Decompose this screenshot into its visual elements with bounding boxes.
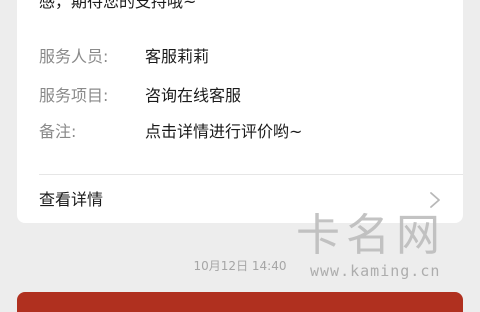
message-card: 感，期待您的支持哦~ 服务人员: 客服莉莉 服务项目: 咨询在线客服 备注: 点… <box>17 0 463 223</box>
chevron-right-icon <box>430 192 440 208</box>
service-item-label: 服务项目: <box>39 86 109 105</box>
view-details-label: 查看详情 <box>39 190 104 209</box>
next-message-card-edge <box>17 292 463 312</box>
remark-value: 点击详情进行评价哟~ <box>145 122 303 141</box>
service-item-value: 咨询在线客服 <box>145 86 242 105</box>
watermark-logo: 卡名网 www.kaming.cn <box>296 212 466 288</box>
service-staff-value: 客服莉莉 <box>145 47 210 66</box>
intro-text: 感，期待您的支持哦~ <box>39 0 197 11</box>
remark-label: 备注: <box>39 122 77 141</box>
view-details-link[interactable]: 查看详情 <box>17 175 463 223</box>
service-staff-label: 服务人员: <box>39 47 109 66</box>
message-timestamp: 10月12日 14:40 <box>193 259 287 273</box>
